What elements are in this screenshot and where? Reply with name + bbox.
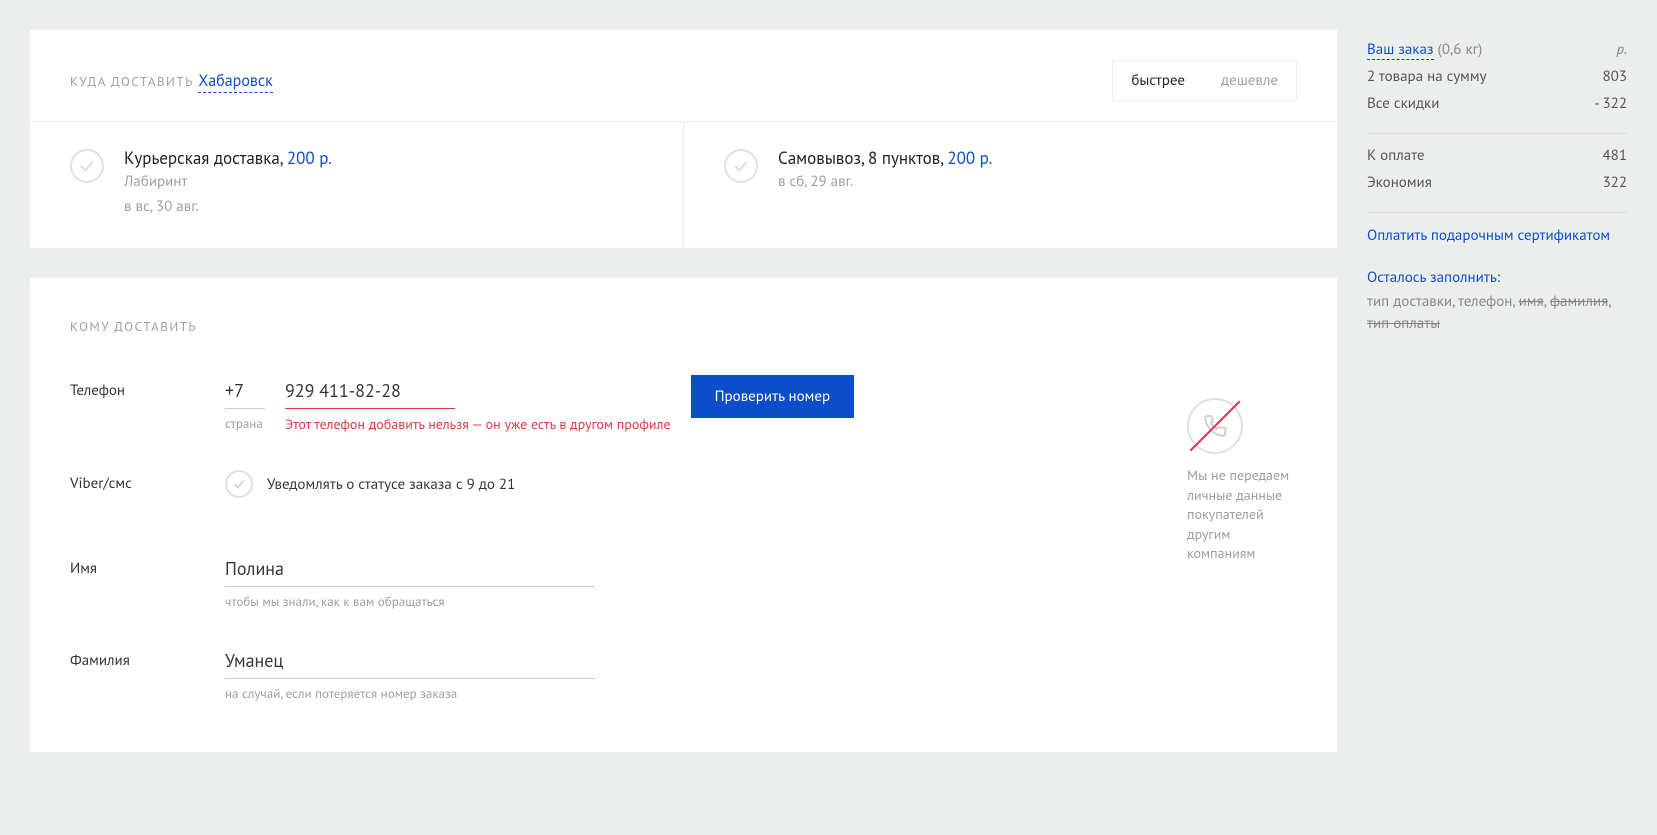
speed-price-toggle: быстрее дешевле (1112, 60, 1297, 101)
name-hint: чтобы мы знали, как к вам обращаться (225, 593, 445, 610)
save-label: Экономия (1367, 173, 1432, 192)
option-date: в сб, 29 авг. (778, 171, 992, 194)
radio-unchecked-icon (70, 149, 104, 183)
remaining-list: тип доставки, телефон, имя, фамилия, тип… (1367, 291, 1627, 336)
toggle-faster[interactable]: быстрее (1113, 61, 1203, 100)
save-value: 322 (1602, 173, 1627, 192)
items-label: 2 товара на сумму (1367, 67, 1487, 86)
discount-value: - 322 (1594, 94, 1627, 113)
delivery-option-pickup[interactable]: Самовывоз, 8 пунктов, 200 р. в сб, 29 ав… (684, 122, 1337, 248)
phone-label: Телефон (70, 375, 225, 400)
delivery-option-courier[interactable]: Курьерская доставка, 200 р. Лабиринт в в… (30, 122, 684, 248)
notification-text: Уведомлять о статусе заказа с 9 до 21 (267, 475, 515, 494)
name-label: Имя (70, 553, 225, 578)
no-share-phone-icon (1187, 398, 1243, 454)
viber-label: Viber/смс (70, 468, 225, 493)
privacy-notice: Мы не передаем личные данные покупателей… (1187, 398, 1297, 564)
notification-checkbox[interactable] (225, 470, 253, 498)
option-title: Курьерская доставка, 200 р. (124, 147, 332, 169)
order-weight: (0,6 кг) (1438, 40, 1483, 59)
recipient-card: КОМУ ДОСТАВИТЬ Телефон страна Этот телеф… (30, 278, 1337, 752)
option-subtitle: Лабиринт (124, 171, 332, 194)
toggle-cheaper[interactable]: дешевле (1203, 61, 1296, 100)
delivery-section-label: КУДА ДОСТАВИТЬ Хабаровск (70, 71, 273, 91)
remaining-title: Осталось заполнить: (1367, 268, 1627, 287)
total-value: 481 (1602, 146, 1627, 165)
order-title-link[interactable]: Ваш заказ (1367, 40, 1434, 60)
items-value: 803 (1602, 67, 1627, 86)
verify-phone-button[interactable]: Проверить номер (691, 375, 854, 418)
delivery-card: КУДА ДОСТАВИТЬ Хабаровск быстрее дешевле… (30, 30, 1337, 248)
surname-hint: на случай, если потеряется номер заказа (225, 685, 457, 702)
surname-label: Фамилия (70, 645, 225, 670)
country-hint: страна (225, 415, 265, 432)
order-currency: р. (1617, 40, 1627, 59)
total-label: К оплате (1367, 146, 1425, 165)
radio-unchecked-icon (724, 149, 758, 183)
city-link[interactable]: Хабаровск (198, 71, 272, 93)
surname-input[interactable] (225, 645, 595, 679)
option-title: Самовывоз, 8 пунктов, 200 р. (778, 147, 992, 169)
phone-input[interactable] (285, 375, 455, 409)
discount-label: Все скидки (1367, 94, 1439, 113)
phone-error: Этот телефон добавить нельзя — он уже ес… (285, 415, 671, 433)
country-code-input[interactable] (225, 375, 265, 409)
gift-cert-link[interactable]: Оплатить подарочным сертификатом (1367, 226, 1610, 245)
order-summary-sidebar: Ваш заказ (0,6 кг) р. 2 товара на сумму … (1367, 30, 1627, 752)
recipient-section-label: КОМУ ДОСТАВИТЬ (70, 318, 1297, 335)
name-input[interactable] (225, 553, 595, 587)
option-date: в вс, 30 авг. (124, 196, 332, 219)
